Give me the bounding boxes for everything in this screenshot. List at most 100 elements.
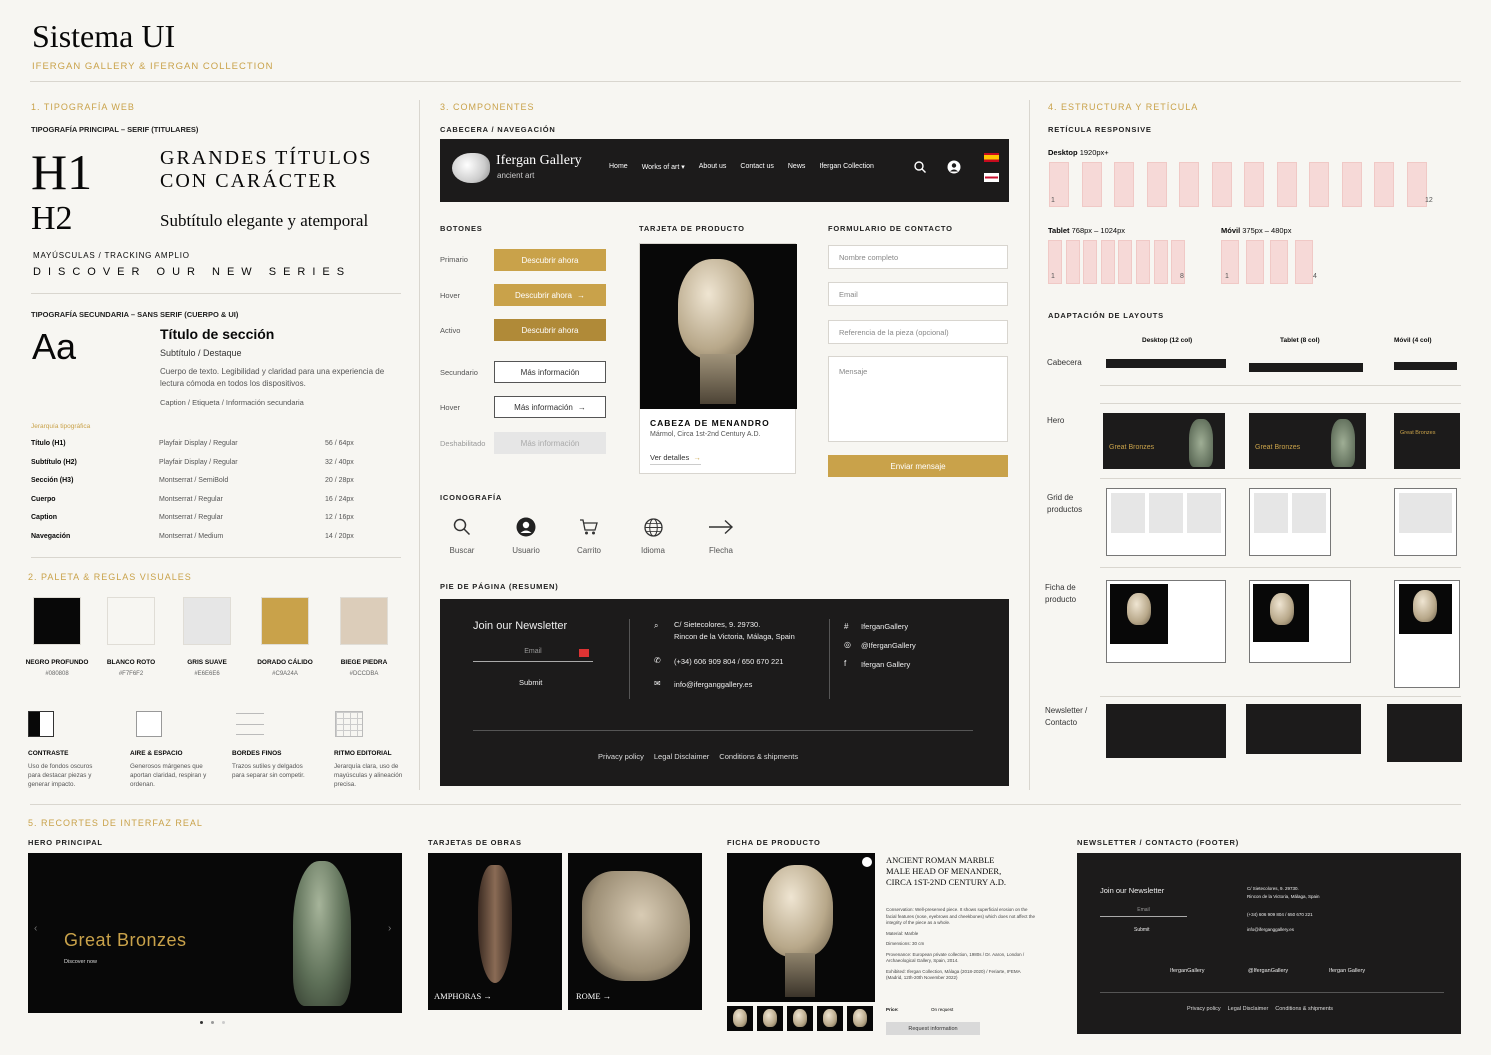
footer-real: Join our Newsletter Email Submit C/ Siet… bbox=[1077, 853, 1461, 1034]
btn-row-disabled: Deshabilitado bbox=[440, 439, 486, 448]
caps-text: DISCOVER OUR NEW SERIES bbox=[33, 266, 352, 278]
primary-button[interactable]: Descubrir ahora bbox=[494, 249, 606, 271]
social-1[interactable]: IferganGallery bbox=[861, 622, 908, 631]
legal-link[interactable]: Legal Disclaimer bbox=[654, 752, 709, 761]
nav-works[interactable]: Works of art ▾ bbox=[642, 163, 685, 171]
request-info-button[interactable]: Request information bbox=[886, 1022, 980, 1035]
user-icon[interactable] bbox=[516, 517, 536, 537]
mobile-col-4: 4 bbox=[1313, 273, 1317, 280]
search-icon[interactable] bbox=[453, 518, 471, 536]
row-grid: Grid de productos bbox=[1047, 493, 1083, 514]
hero-title: Great Bronzes bbox=[64, 930, 187, 950]
chevron-left-icon[interactable]: ‹ bbox=[34, 923, 37, 934]
newsletter-email-input[interactable]: Email bbox=[473, 648, 593, 662]
typo-secondary-label: TIPOGRAFÍA SECUNDARIA – SANS SERIF (CUER… bbox=[31, 310, 239, 319]
typo-row-name: Navegación bbox=[31, 532, 71, 540]
color-swatch bbox=[33, 597, 81, 645]
chevron-right-icon[interactable]: › bbox=[388, 923, 391, 934]
footer-real-social-1[interactable]: IferganGallery bbox=[1170, 968, 1205, 974]
real-section-title: 5. RECORTES DE INTERFAZ REAL bbox=[28, 818, 203, 828]
icons-label: ICONOGRAFÍA bbox=[440, 493, 503, 502]
footer-real-email[interactable]: Email bbox=[1100, 907, 1187, 917]
grid-column bbox=[1146, 162, 1167, 207]
ficha-title: ANCIENT ROMAN MARBLE MALE HEAD OF MENAND… bbox=[886, 855, 1007, 888]
social-2[interactable]: @IferganGallery bbox=[861, 641, 916, 650]
primary-button-active[interactable]: Descubrir ahora bbox=[494, 319, 606, 341]
product-image[interactable] bbox=[640, 244, 797, 409]
swatch-name: BIEGE PIEDRA bbox=[340, 659, 388, 666]
social-3[interactable]: Ifergan Gallery bbox=[861, 660, 910, 669]
product-thumbnail[interactable] bbox=[847, 1006, 873, 1031]
product-thumbnail[interactable] bbox=[757, 1006, 783, 1031]
user-icon[interactable] bbox=[947, 160, 961, 174]
hero-banner[interactable]: Great Bronzes Discover now ‹ › bbox=[28, 853, 402, 1013]
grid-column bbox=[1211, 162, 1232, 207]
grid-column bbox=[1179, 162, 1199, 207]
footer-real-mail: info@iferganggallery.es bbox=[1247, 927, 1295, 932]
ficha-label: FICHA DE PRODUCTO bbox=[727, 838, 821, 847]
footer-real-social-2[interactable]: @IferganGallery bbox=[1248, 968, 1288, 974]
secondary-button[interactable]: Más información bbox=[494, 361, 606, 383]
typo-row-font: Montserrat / SemiBold bbox=[159, 477, 229, 484]
nav-collection[interactable]: Ifergan Collection bbox=[819, 163, 873, 171]
ficha-main-image[interactable] bbox=[727, 853, 875, 1002]
brand-tagline: ancient art bbox=[497, 171, 535, 180]
secondary-button-hover[interactable]: Más información → bbox=[494, 396, 606, 418]
product-card[interactable]: CABEZA DE MENANDRO Mármol, Circa 1st-2nd… bbox=[639, 243, 797, 474]
nav-label: CABECERA / NAVEGACIÓN bbox=[440, 125, 556, 134]
palette-section-title: 2. PALETA & REGLAS VISUALES bbox=[28, 572, 192, 582]
privacy-link[interactable]: Privacy policy bbox=[598, 752, 644, 761]
newsletter-submit[interactable]: Submit bbox=[519, 678, 542, 687]
h2-text: Subtítulo elegante y atemporal bbox=[160, 211, 369, 230]
phone[interactable]: (+34) 606 909 804 / 650 670 221 bbox=[674, 657, 783, 666]
footer-real-disclaimer[interactable]: Legal Disclaimer bbox=[1228, 1006, 1269, 1012]
nav-news[interactable]: News bbox=[788, 163, 806, 171]
h1-sample: H1 bbox=[31, 144, 93, 200]
news-label: NEWSLETTER / CONTACTO (FOOTER) bbox=[1077, 838, 1240, 847]
logo-icon[interactable] bbox=[452, 153, 490, 183]
nav-contact[interactable]: Contact us bbox=[740, 163, 773, 171]
card-amphoras[interactable]: AMPHORAS → bbox=[428, 853, 562, 1010]
footer-real-submit[interactable]: Submit bbox=[1134, 927, 1150, 933]
zoom-icon[interactable] bbox=[862, 857, 872, 867]
nav-about[interactable]: About us bbox=[699, 163, 727, 171]
footer-real-social-3[interactable]: Ifergan Gallery bbox=[1329, 968, 1365, 974]
footer-real-phone: (+34) 606 909 804 / 650 670 221 bbox=[1247, 912, 1313, 917]
layout-news-desktop bbox=[1106, 704, 1226, 758]
brand-name[interactable]: Ifergan Gallery bbox=[496, 153, 582, 169]
hash-icon: # bbox=[844, 622, 849, 631]
flag-uk-icon[interactable] bbox=[984, 173, 999, 182]
product-thumbnail[interactable] bbox=[787, 1006, 813, 1031]
product-thumbnail[interactable] bbox=[727, 1006, 753, 1031]
email-field[interactable]: Email bbox=[828, 282, 1008, 306]
flag-es-icon[interactable] bbox=[984, 153, 999, 162]
card-link[interactable]: Ver detalles → bbox=[650, 453, 701, 465]
search-icon[interactable] bbox=[914, 161, 926, 173]
hero-cta[interactable]: Discover now bbox=[64, 959, 97, 965]
adapt-label: ADAPTACIÓN DE LAYOUTS bbox=[1048, 311, 1164, 320]
hero-dots[interactable] bbox=[200, 1021, 225, 1024]
cart-icon[interactable] bbox=[579, 518, 599, 536]
reference-field[interactable]: Referencia de la pieza (opcional) bbox=[828, 320, 1008, 344]
product-thumbnail[interactable] bbox=[817, 1006, 843, 1031]
name-field[interactable]: Nombre completo bbox=[828, 245, 1008, 269]
rule-title: BORDES FINOS bbox=[232, 750, 282, 757]
icon-label-user: Usuario bbox=[512, 546, 540, 555]
submit-button[interactable]: Enviar mensaje bbox=[828, 455, 1008, 477]
footer-real-privacy[interactable]: Privacy policy bbox=[1187, 1006, 1221, 1012]
conditions-link[interactable]: Conditions & shipments bbox=[719, 752, 798, 761]
message-field[interactable]: Mensaje bbox=[828, 356, 1008, 442]
card-rome[interactable]: ROME → bbox=[568, 853, 702, 1010]
globe-icon[interactable] bbox=[644, 518, 663, 537]
footer-real-conditions[interactable]: Conditions & shipments bbox=[1275, 1006, 1333, 1012]
divider-2 bbox=[1029, 100, 1030, 790]
email-link[interactable]: info@iferganggallery.es bbox=[674, 680, 752, 689]
rule-desc: Generosos márgenes que aportan claridad,… bbox=[130, 763, 207, 789]
primary-button-hover[interactable]: Descubrir ahora → bbox=[494, 284, 606, 306]
grid-column bbox=[1374, 162, 1394, 207]
nav-home[interactable]: Home bbox=[609, 163, 628, 171]
h1-text-2: con carácter bbox=[160, 170, 338, 192]
contrast-icon bbox=[28, 711, 54, 737]
arrow-right-icon[interactable] bbox=[708, 519, 734, 535]
footer-real-legal: Privacy policy Legal Disclaimer Conditio… bbox=[1187, 1006, 1333, 1012]
